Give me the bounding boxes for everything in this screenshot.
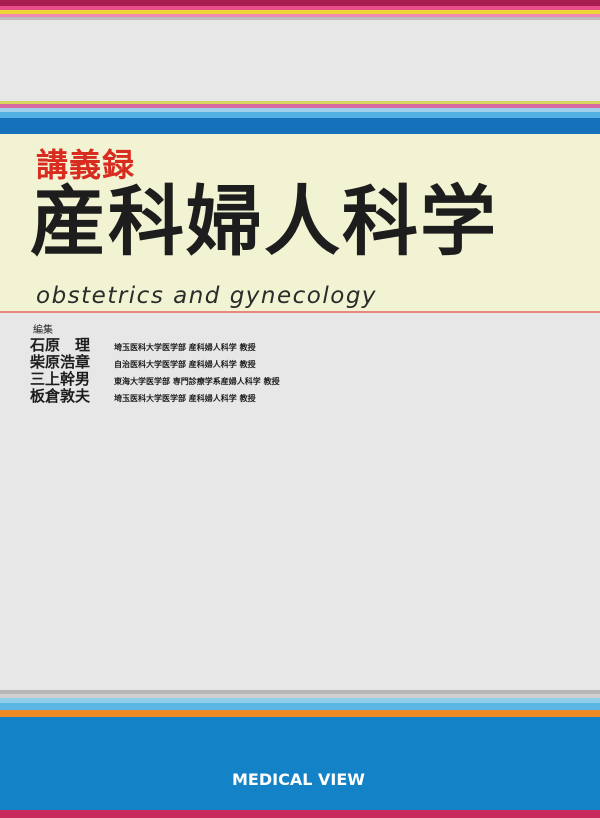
editor-row: 三上幹男 東海大学医学部 専門診療学系産婦人科学 教授: [30, 368, 280, 388]
publisher-logo: MEDICAL VIEW: [232, 770, 365, 789]
bottom-stripe-orange: [0, 710, 600, 717]
bottom-band-blue: [0, 717, 600, 810]
editor-affiliation: 埼玉医科大学医学部 産科婦人科学 教授: [114, 394, 256, 403]
editor-affiliation: 埼玉医科大学医学部 産科婦人科学 教授: [114, 343, 256, 352]
top-stripe-gray: [0, 17, 600, 20]
editor-list: 石原 理 埼玉医科大学医学部 産科婦人科学 教授 柴原浩章 自治医科大学医学部 …: [30, 334, 280, 405]
editor-row: 柴原浩章 自治医科大学医学部 産科婦人科学 教授: [30, 351, 280, 371]
editor-row: 石原 理 埼玉医科大学医学部 産科婦人科学 教授: [30, 334, 280, 354]
book-title: 産科婦人科学: [30, 177, 498, 266]
editor-name: 板倉敦夫: [30, 387, 91, 405]
title-underline: [0, 311, 600, 313]
editor-affiliation: 自治医科大学医学部 産科婦人科学 教授: [114, 360, 256, 369]
bottom-stripe-sky-blue: [0, 703, 600, 710]
mid-stripe-blue: [0, 118, 600, 134]
editor-affiliation: 東海大学医学部 専門診療学系産婦人科学 教授: [114, 377, 280, 386]
bottom-stripe-magenta: [0, 810, 600, 818]
editor-row: 板倉敦夫 埼玉医科大学医学部 産科婦人科学 教授: [30, 385, 280, 405]
book-subtitle: obstetrics and gynecology: [36, 283, 378, 309]
